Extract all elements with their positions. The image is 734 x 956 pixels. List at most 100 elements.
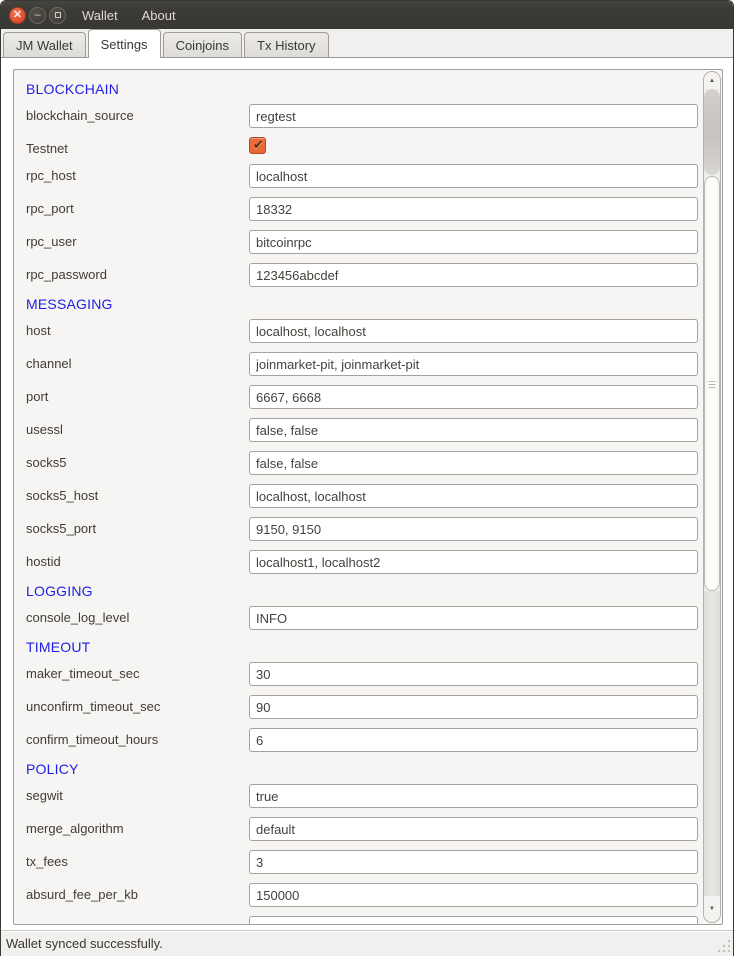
minimize-button[interactable]: –: [29, 7, 46, 24]
input-host[interactable]: [249, 319, 698, 343]
form-row-segwit: segwit: [26, 784, 701, 817]
down-arrow-icon: ▼: [709, 906, 715, 912]
field-label-confirm-timeout-hours: confirm_timeout_hours: [26, 728, 158, 752]
menu-wallet[interactable]: Wallet: [82, 8, 118, 23]
form-row-console-log-level: console_log_level: [26, 606, 701, 639]
field-label-console-log-level: console_log_level: [26, 606, 129, 630]
tab-tx-history[interactable]: Tx History: [244, 32, 329, 58]
form-row-rpc-password: rpc_password: [26, 263, 701, 296]
form-row-rpc-port: rpc_port: [26, 197, 701, 230]
input-socks5-host[interactable]: [249, 484, 698, 508]
form-row-rpc-host: rpc_host: [26, 164, 701, 197]
field-label-unconfirm-timeout-sec: unconfirm_timeout_sec: [26, 695, 160, 719]
input-rpc-password[interactable]: [249, 263, 698, 287]
thumb-grip-icon: [709, 384, 716, 385]
input-absurd-fee-per-kb[interactable]: [249, 883, 698, 907]
field-label-testnet: Testnet: [26, 137, 68, 161]
vertical-scrollbar[interactable]: ▲ ▼: [703, 71, 721, 923]
form-row-socks5: socks5: [26, 451, 701, 484]
field-label-maker-timeout-sec: maker_timeout_sec: [26, 662, 139, 686]
field-label-socks5: socks5: [26, 451, 66, 475]
scroll-down-button[interactable]: ▼: [704, 896, 720, 922]
checkbox-testnet[interactable]: ✔: [249, 137, 266, 154]
input-usessl[interactable]: [249, 418, 698, 442]
input-hostid[interactable]: [249, 550, 698, 574]
form-row-rpc-user: rpc_user: [26, 230, 701, 263]
input-merge-algorithm[interactable]: [249, 817, 698, 841]
form-row-merge-algorithm: merge_algorithm: [26, 817, 701, 850]
field-label-channel: channel: [26, 352, 72, 376]
field-label-merge-algorithm: merge_algorithm: [26, 817, 124, 841]
form-row-tx-fees: tx_fees: [26, 850, 701, 883]
section-header-blockchain: BLOCKCHAIN: [26, 81, 701, 104]
section-header-logging: LOGGING: [26, 583, 701, 606]
settings-form: BLOCKCHAINblockchain_source Testnet ✔ rpc_h…: [14, 70, 701, 924]
field-label-rpc-host: rpc_host: [26, 164, 76, 188]
section-header-timeout: TIMEOUT: [26, 639, 701, 662]
window-buttons: ✕ –: [1, 7, 66, 24]
tab-jm-wallet[interactable]: JM Wallet: [3, 32, 86, 58]
field-label-blockchain-source: blockchain_source: [26, 104, 134, 128]
field-label-rpc-port: rpc_port: [26, 197, 74, 221]
scroll-up-button[interactable]: ▲: [704, 72, 720, 89]
settings-pane: BLOCKCHAINblockchain_source Testnet ✔ rpc_h…: [1, 58, 733, 930]
form-row-testnet: Testnet ✔: [26, 137, 701, 164]
maximize-button[interactable]: [49, 7, 66, 24]
input-segwit[interactable]: [249, 784, 698, 808]
maximize-icon: [55, 12, 61, 18]
field-label-hostid: hostid: [26, 550, 61, 574]
form-row-unconfirm-timeout-sec: unconfirm_timeout_sec: [26, 695, 701, 728]
menubar: Wallet About: [82, 8, 176, 23]
section-header-messaging: MESSAGING: [26, 296, 701, 319]
form-row-socks5-port: socks5_port: [26, 517, 701, 550]
input-rpc-port[interactable]: [249, 197, 698, 221]
checkmark-icon: ✔: [253, 138, 264, 151]
field-label-socks5-host: socks5_host: [26, 484, 98, 508]
field-label-segwit: segwit: [26, 784, 63, 808]
input-socks5-port[interactable]: [249, 517, 698, 541]
field-label-host: host: [26, 319, 51, 343]
tab-settings[interactable]: Settings: [88, 29, 161, 58]
scrollbar-track-upper[interactable]: [704, 89, 720, 175]
input-maker-timeout-sec[interactable]: [249, 662, 698, 686]
status-bar: Wallet synced successfully.: [1, 930, 733, 956]
form-row-absurd-fee-per-kb: absurd_fee_per_kb: [26, 883, 701, 916]
field-label-port: port: [26, 385, 48, 409]
scrollbar-track-lower[interactable]: [704, 591, 720, 896]
field-label-absurd-fee-per-kb: absurd_fee_per_kb: [26, 883, 138, 907]
input-rpc-user[interactable]: [249, 230, 698, 254]
input-unlabeled[interactable]: [249, 916, 698, 924]
input-blockchain-source[interactable]: [249, 104, 698, 128]
section-header-policy: POLICY: [26, 761, 701, 784]
input-console-log-level[interactable]: [249, 606, 698, 630]
scrollbar-thumb[interactable]: [704, 176, 720, 591]
input-channel[interactable]: [249, 352, 698, 376]
input-rpc-host[interactable]: [249, 164, 698, 188]
app-window: ✕ – Wallet About JM Wallet Settings Coin…: [0, 0, 734, 956]
form-row-usessl: usessl: [26, 418, 701, 451]
tab-coinjoins[interactable]: Coinjoins: [163, 32, 242, 58]
resize-grip[interactable]: [716, 939, 730, 953]
titlebar: ✕ – Wallet About: [1, 1, 733, 29]
minimize-icon: –: [34, 10, 40, 21]
form-row-confirm-timeout-hours: confirm_timeout_hours: [26, 728, 701, 761]
field-label-usessl: usessl: [26, 418, 63, 442]
status-message: Wallet synced successfully.: [6, 936, 163, 951]
input-unconfirm-timeout-sec[interactable]: [249, 695, 698, 719]
form-row-partial: [26, 916, 701, 924]
tab-bar: JM Wallet Settings Coinjoins Tx History: [1, 29, 733, 58]
form-row-port: port: [26, 385, 701, 418]
input-socks5[interactable]: [249, 451, 698, 475]
form-row-blockchain-source: blockchain_source: [26, 104, 701, 137]
field-label-rpc-password: rpc_password: [26, 263, 107, 287]
input-confirm-timeout-hours[interactable]: [249, 728, 698, 752]
form-row-hostid: hostid: [26, 550, 701, 583]
form-row-channel: channel: [26, 352, 701, 385]
menu-about[interactable]: About: [142, 8, 176, 23]
input-port[interactable]: [249, 385, 698, 409]
input-tx-fees[interactable]: [249, 850, 698, 874]
up-arrow-icon: ▲: [709, 78, 715, 84]
settings-scroll-area: BLOCKCHAINblockchain_source Testnet ✔ rpc_h…: [13, 69, 723, 925]
field-label-socks5-port: socks5_port: [26, 517, 96, 541]
close-button[interactable]: ✕: [9, 7, 26, 24]
